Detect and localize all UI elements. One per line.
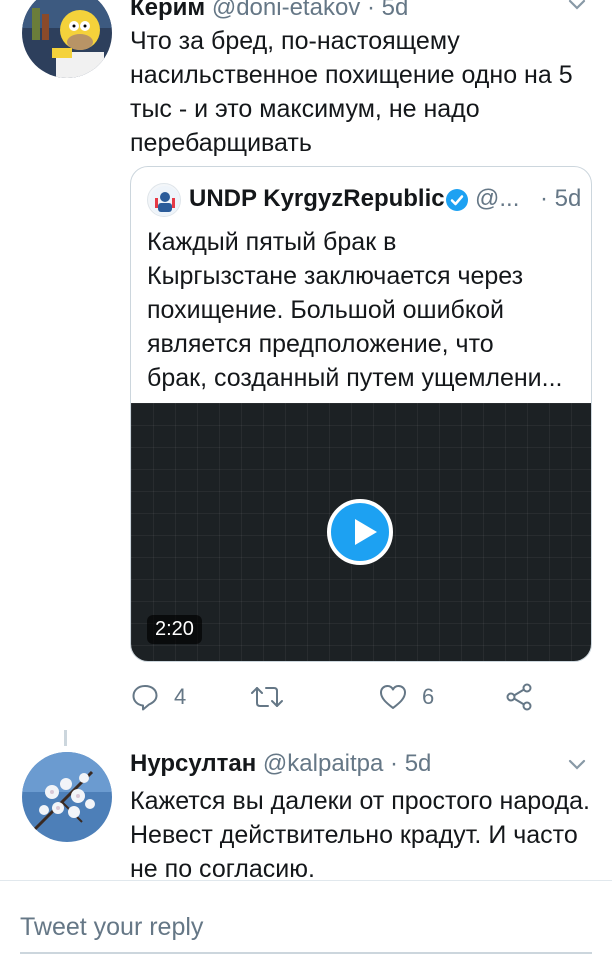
undp-avatar[interactable] xyxy=(147,183,181,217)
quoted-text-line: является предположение, что xyxy=(147,330,494,358)
like-count: 6 xyxy=(422,684,435,709)
quoted-text-line: Кыргызстане заключается через xyxy=(147,262,524,290)
play-icon[interactable] xyxy=(327,499,393,565)
divider xyxy=(0,880,612,881)
reply-count: 4 xyxy=(174,684,187,709)
user-handle[interactable]: @kalpaitpa xyxy=(263,750,383,777)
tweet-text: Кажется вы далеки от простого народа. Не… xyxy=(130,787,590,883)
thread-connector xyxy=(64,730,67,746)
user-avatar[interactable] xyxy=(22,752,112,842)
tweet-text: Что за бред, по-настоящему насильственно… xyxy=(130,27,573,157)
reply-icon xyxy=(132,685,158,711)
undp-logo-icon xyxy=(150,186,180,216)
quoted-user-handle[interactable]: @... xyxy=(475,185,519,213)
user-avatar[interactable] xyxy=(22,0,112,78)
tweet-header: Нурсултан @kalpaitpa · 5d xyxy=(130,750,431,778)
quoted-tweet-header: UNDP KyrgyzRepublic @... · 5d xyxy=(147,183,581,219)
video-duration: 2:20 xyxy=(147,615,202,644)
reply-input[interactable] xyxy=(20,904,592,950)
quoted-display-name[interactable]: UNDP KyrgyzRepublic xyxy=(189,185,445,213)
tweet-header: Керим @doni-etakov · 5d xyxy=(130,0,408,22)
retweet-icon xyxy=(251,687,283,707)
reply-underline xyxy=(20,952,592,954)
verified-badge-icon xyxy=(446,189,468,211)
cherry-blossom-avatar-icon xyxy=(22,752,112,842)
quoted-tweet[interactable]: UNDP KyrgyzRepublic @... · 5d Каждый пят… xyxy=(130,166,592,662)
tweet-timestamp[interactable]: · 5d xyxy=(390,750,431,777)
quoted-tweet-text: Каждый пятый брак в Кыргызстане заключае… xyxy=(147,225,577,395)
tweet-timestamp[interactable]: · 5d xyxy=(367,0,408,21)
quoted-text-line: похищение. Большой ошибкой xyxy=(147,296,504,324)
homer-avatar-icon xyxy=(22,0,112,78)
display-name[interactable]: Керим xyxy=(130,0,205,21)
quoted-text-line: брак, созданный путем ущемлени... xyxy=(147,364,563,392)
tweet[interactable]: Нурсултан @kalpaitpa · 5d Кажется вы дал… xyxy=(0,746,612,883)
like-button[interactable]: 6 xyxy=(378,680,458,714)
retweet-button[interactable] xyxy=(250,680,310,714)
share-icon xyxy=(506,683,532,711)
tweet-actions: 4 6 xyxy=(130,680,550,714)
share-button[interactable] xyxy=(504,680,538,714)
tweet[interactable]: Керим @doni-etakov · 5d Что за бред, по-… xyxy=(0,0,612,740)
like-icon xyxy=(380,685,406,709)
user-handle[interactable]: @doni-etakov xyxy=(212,0,360,21)
quoted-text-line: Каждый пятый брак в xyxy=(147,228,397,256)
reply-button[interactable]: 4 xyxy=(130,680,210,714)
display-name[interactable]: Нурсултан xyxy=(130,750,256,777)
chevron-down-icon[interactable] xyxy=(564,752,590,778)
video-player[interactable]: 2:20 xyxy=(131,403,591,661)
reply-bar xyxy=(0,882,612,960)
chevron-down-icon[interactable] xyxy=(564,0,590,18)
quoted-timestamp[interactable]: · 5d xyxy=(540,185,581,213)
